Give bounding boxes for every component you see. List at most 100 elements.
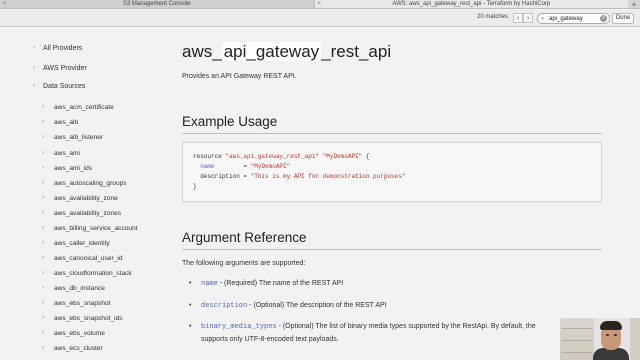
presenter-eye [606,334,609,336]
tab-terraform-doc[interactable]: × AWS: aws_api_gateway_rest_api - Terraf… [314,0,628,8]
argument-description: - (Optional) The description of the REST… [247,302,387,309]
tab-title: AWS: aws_api_gateway_rest_api - Terrafor… [392,1,551,7]
webcam-overlay [560,318,640,360]
argument-description: - (Optional) The list of binary media ty… [276,323,536,330]
chevron-right-icon: › [33,83,35,89]
find-done-button[interactable]: Done [612,13,634,24]
background-shelf [630,318,640,360]
shelf-line [562,340,592,341]
sidebar-link-label: aws_alb [54,119,79,126]
find-next-button[interactable]: › [523,13,533,23]
new-tab-button[interactable]: + [628,0,640,9]
chevron-right-icon: › [42,150,44,156]
chevron-right-icon: › [42,210,44,216]
browser-tab-bar: × S3 Management Console × AWS: aws_api_g… [0,0,640,9]
code-keyword: resource [193,153,226,160]
sidebar-link-label: aws_billing_service_account [54,225,138,232]
sidebar-link-label: aws_cloudformation_stack [54,270,132,277]
sidebar-link-label: aws_acm_certificate [54,104,114,111]
find-input[interactable] [549,14,601,23]
intro-text: Provides an API Gateway REST API. [182,73,297,80]
tab-close-icon[interactable]: × [318,0,322,8]
find-highlight: api_gateway [221,42,322,61]
code-key: name [193,163,215,170]
argument-reference-heading: Argument Reference [182,230,307,245]
doc-content: aws_ api_gateway _rest_api Provides an API… [166,28,640,360]
tab-close-icon[interactable]: × [3,0,7,8]
docs-sidebar: › All Providers › AWS Provider › Data So… [0,28,166,360]
sidebar-link[interactable]: › aws_ebs_snapshot [42,300,110,307]
argument-link-binary-media-types[interactable]: binary_media_types [201,323,277,331]
sidebar-link[interactable]: › aws_ami [42,150,80,157]
chevron-right-icon: › [42,255,44,261]
background-shelf [560,318,594,360]
chevron-right-icon: › [42,315,44,321]
bullet: • [189,302,192,309]
code-punct: = [214,163,251,170]
sidebar-link[interactable]: › aws_acm_certificate [42,104,114,111]
title-text: aws_ [182,42,222,61]
sidebar-item-data-sources[interactable]: › Data Sources [33,83,86,90]
chevron-right-icon: › [42,345,44,351]
sidebar-link[interactable]: › aws_billing_service_account [42,225,138,232]
code-key: description [193,173,240,180]
sidebar-link[interactable]: › aws_db_instance [42,285,105,292]
sidebar-link-label: aws_autoscaling_groups [54,180,127,187]
sidebar-link[interactable]: › aws_alb [42,119,79,126]
sidebar-link[interactable]: › aws_cloudformation_stack [42,270,132,277]
title-text: _rest_api [321,42,392,61]
sidebar-link[interactable]: › aws_availability_zone [42,195,118,202]
tab-title: S3 Management Console [122,1,191,7]
clear-search-icon[interactable]: × [600,15,607,22]
sidebar-item-label: AWS Provider [43,65,87,72]
chevron-right-icon: › [42,240,44,246]
sidebar-item-all-providers[interactable]: › All Providers [33,45,83,52]
code-block: resource "aws_api_gateway_rest_api" "MyD… [182,142,602,202]
sidebar-link-label: aws_ecs_cluster [54,345,103,352]
sidebar-link[interactable]: › aws_ebs_volume [42,330,105,337]
sidebar-link[interactable]: › aws_autoscaling_groups [42,180,127,187]
sidebar-link[interactable]: › aws_availability_zones [42,210,122,217]
sidebar-link[interactable]: › aws_caller_identity [42,240,110,247]
argument-item: • name - (Required) The name of the REST… [189,280,343,288]
argument-item: • binary_media_types - (Optional) The li… [189,323,536,331]
shelf-line [562,328,592,329]
chevron-right-icon: › [42,225,44,231]
sidebar-link-label: aws_availability_zone [54,195,118,202]
sidebar-link-label: aws_ebs_volume [54,330,105,337]
sidebar-link-label: aws_ami_ids [54,165,93,172]
sidebar-link[interactable]: › aws_ebs_snapshot_ids [42,315,123,322]
tab-s3-console[interactable]: × S3 Management Console [0,0,315,8]
divider [182,249,602,250]
chevron-right-icon: › [33,45,35,51]
argument-link-description[interactable]: description [201,302,247,310]
sidebar-link-label: aws_availability_zones [54,210,122,217]
code-string: "This is my API for demonstration purpos… [250,173,406,180]
sidebar-item-aws-provider[interactable]: › AWS Provider [33,65,87,72]
code-line: } [193,183,197,190]
sidebar-link-label: aws_caller_identity [54,240,110,247]
chevron-right-icon: › [42,165,44,171]
chevron-right-icon: › [42,180,44,186]
presenter-hair [600,321,622,330]
sidebar-link-label: aws_canonical_user_id [54,255,123,262]
argument-link-name[interactable]: name [201,280,218,288]
sidebar-link[interactable]: › aws_canonical_user_id [42,255,123,262]
find-field[interactable]: ⌕ × [537,13,610,24]
sidebar-item-label: All Providers [43,45,83,52]
chevron-right-icon: › [33,65,35,71]
find-previous-button[interactable]: ‹ [513,13,523,23]
sidebar-link[interactable]: › aws_ami_ids [42,165,93,172]
code-line: resource "aws_api_gateway_rest_api" "MyD… [193,153,369,160]
code-line: name = "MyDemoAPI" [193,163,290,170]
example-usage-heading: Example Usage [182,114,278,129]
sidebar-link[interactable]: › aws_alb_listener [42,134,104,141]
code-string: _rest_api" [283,153,320,160]
sidebar-link[interactable]: › aws_ecs_cluster [42,345,103,352]
argument-item: • description - (Optional) The descripti… [189,302,387,310]
search-icon: ⌕ [541,16,545,22]
sidebar-link-label: aws_alb_listener [54,134,104,141]
sidebar-item-label: Data Sources [43,83,86,90]
chevron-right-icon: › [42,134,44,140]
bullet: • [189,323,192,330]
